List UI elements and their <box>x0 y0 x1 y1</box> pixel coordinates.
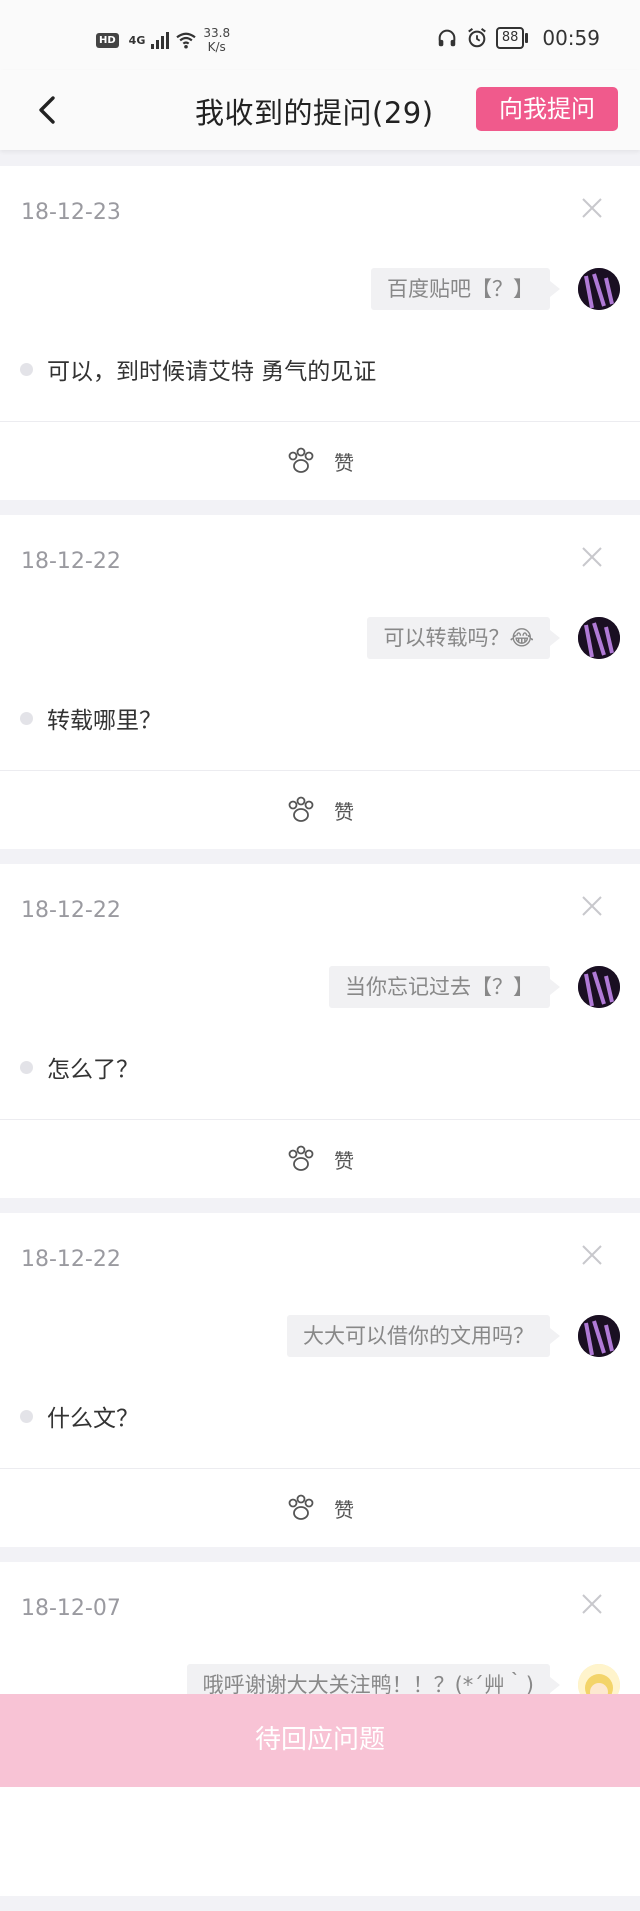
close-icon[interactable] <box>580 196 604 220</box>
question-date: 18-12-22 <box>21 1247 121 1272</box>
answer-text: 什么文？ <box>47 1406 139 1432</box>
close-icon[interactable] <box>580 545 604 569</box>
network-type: 4G <box>128 33 146 47</box>
question-bubble: 百度贴吧【？】 <box>371 268 560 310</box>
answer-text: 怎么了？ <box>47 1057 139 1083</box>
question-bubble: 大大可以借你的文用吗？ <box>287 1315 560 1357</box>
network-speed: 33.8 K/s <box>203 26 230 54</box>
nav-header: 我收到的提问(29) 向我提问 <box>0 70 640 150</box>
answer-row: 转载哪里？ <box>20 701 162 735</box>
close-icon[interactable] <box>580 1243 604 1267</box>
bullet-dot <box>20 1409 33 1423</box>
paw-icon <box>288 447 314 473</box>
question-list: 18-12-23 百度贴吧【？】 可以，到时候请艾特 勇气的见证 赞 18-12… <box>0 166 640 1911</box>
headphones-icon <box>438 29 456 47</box>
question-row: 百度贴吧【？】 <box>371 268 620 310</box>
paw-icon <box>288 796 314 822</box>
like-label: 赞 <box>334 1148 354 1173</box>
avatar[interactable] <box>578 617 620 659</box>
question-card: 18-12-23 百度贴吧【？】 可以，到时候请艾特 勇气的见证 赞 <box>0 166 640 500</box>
alarm-icon <box>467 28 486 48</box>
avatar[interactable] <box>578 1315 620 1357</box>
question-bubble: 当你忘记过去【？】 <box>329 966 560 1008</box>
answer-row: 怎么了？ <box>20 1050 139 1084</box>
ask-me-button[interactable]: 向我提问 <box>476 87 618 131</box>
like-button[interactable]: 赞 <box>0 1120 640 1198</box>
question-row: 可以转载吗？😂 <box>367 617 620 659</box>
close-icon[interactable] <box>580 894 604 918</box>
paw-icon <box>288 1145 314 1171</box>
question-card: 18-12-22 可以转载吗？😂 转载哪里？ 赞 <box>0 515 640 849</box>
speed-unit: K/s <box>207 40 226 54</box>
like-label: 赞 <box>334 799 354 824</box>
question-bubble: 可以转载吗？😂 <box>367 617 560 659</box>
like-label: 赞 <box>334 450 354 475</box>
avatar[interactable] <box>578 268 620 310</box>
question-card: 18-12-22 大大可以借你的文用吗？ 什么文？ 赞 <box>0 1213 640 1547</box>
bullet-dot <box>20 711 33 725</box>
bullet-dot <box>20 362 33 376</box>
status-bar: HD 4G 33.8 K/s 88 00:59 <box>0 0 640 70</box>
question-card: 18-12-22 当你忘记过去【？】 怎么了？ 赞 <box>0 864 640 1198</box>
speed-value: 33.8 <box>203 26 231 40</box>
answer-row: 什么文？ <box>20 1399 139 1433</box>
question-date: 18-12-22 <box>21 898 121 923</box>
like-button[interactable]: 赞 <box>0 422 640 500</box>
close-icon[interactable] <box>580 1592 604 1616</box>
hd-icon: HD <box>96 32 119 48</box>
question-date: 18-12-22 <box>21 549 121 574</box>
page-title: 我收到的提问(29) <box>195 96 434 130</box>
status-left: HD 4G 33.8 K/s <box>96 26 230 54</box>
signal-icon <box>151 31 170 49</box>
answer-text: 转载哪里？ <box>47 708 162 734</box>
paw-icon <box>288 1494 314 1520</box>
clock: 00:59 <box>542 26 600 50</box>
like-button[interactable]: 赞 <box>0 771 640 849</box>
bullet-dot <box>20 1060 33 1074</box>
answer-row: 可以，到时候请艾特 勇气的见证 <box>20 352 376 386</box>
status-right: 88 00:59 <box>436 26 600 50</box>
back-arrow-icon[interactable] <box>30 90 66 130</box>
avatar[interactable] <box>578 966 620 1008</box>
like-label: 赞 <box>334 1497 354 1522</box>
question-date: 18-12-07 <box>21 1596 121 1621</box>
question-row: 当你忘记过去【？】 <box>329 966 620 1008</box>
answer-text: 可以，到时候请艾特 勇气的见证 <box>47 359 377 385</box>
like-button[interactable]: 赞 <box>0 1469 640 1547</box>
question-date: 18-12-23 <box>21 200 121 225</box>
wifi-icon <box>176 32 197 49</box>
question-row: 大大可以借你的文用吗？ <box>287 1315 620 1357</box>
battery-indicator: 88 <box>495 27 528 49</box>
pending-questions-button[interactable]: 待回应问题 <box>0 1694 640 1787</box>
